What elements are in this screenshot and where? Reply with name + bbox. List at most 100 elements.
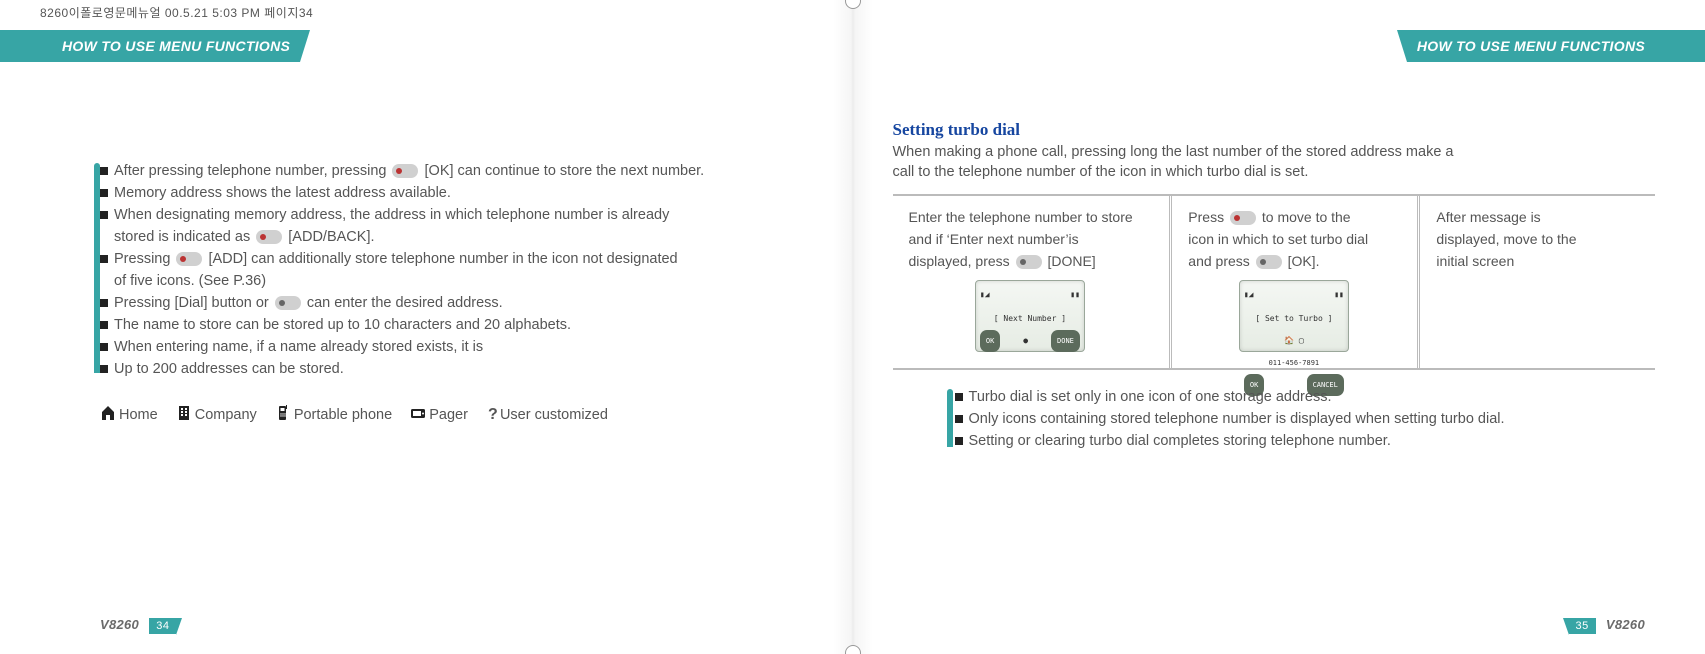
notes-list: Turbo dial is set only in one icon of on… [955, 386, 1656, 452]
home-icon [100, 405, 116, 421]
dial-key-icon [275, 296, 301, 310]
step-text: [OK]. [1288, 253, 1320, 269]
signal-icon: ▮◢ [980, 284, 990, 306]
crop-circle-icon [845, 645, 861, 654]
bullet-text: of five icons. (See P.36) [114, 270, 793, 292]
square-bullet-icon [100, 255, 108, 263]
legend-label: Company [195, 407, 257, 423]
legend-label: User customized [500, 407, 608, 423]
step-text: icon in which to set turbo dial [1188, 228, 1399, 250]
page-number: 34 [149, 618, 176, 634]
bullet-item: Pressing [Dial] button or can enter the … [100, 292, 793, 314]
bullet-item: When entering name, if a name already st… [100, 336, 793, 358]
softkey-icon [176, 252, 202, 266]
footer-right: 35 V8260 [1569, 617, 1645, 634]
note-item: Turbo dial is set only in one icon of on… [955, 386, 1656, 408]
teal-side-bar [94, 163, 100, 373]
model-number: V8260 [1606, 617, 1645, 632]
screen-title: [ Next Number ] [980, 308, 1080, 330]
intro-line: call to the telephone number of the icon… [893, 164, 1309, 180]
legend-label: Pager [429, 407, 468, 423]
page-35: HOW TO USE MENU FUNCTIONS Setting turbo … [853, 0, 1705, 654]
step-text: displayed, press [909, 253, 1014, 269]
square-bullet-icon [100, 365, 108, 373]
left-body: After pressing telephone number, pressin… [100, 160, 793, 426]
nav-dot-icon: ● [1023, 330, 1028, 352]
bullet-continuation: stored is indicated as [ADD/BACK]. [100, 226, 793, 248]
bullet-text: Pressing [Dial] button or [114, 295, 273, 311]
softkey-icon [1256, 255, 1282, 269]
signal-icon: ▮◢ [1244, 284, 1254, 306]
bullet-list: After pressing telephone number, pressin… [100, 160, 793, 380]
steps-row: Enter the telephone number to store and … [893, 194, 1656, 370]
square-bullet-icon [100, 321, 108, 329]
section-title: Setting turbo dial [893, 120, 1656, 140]
company-icon [176, 405, 192, 421]
bullet-text: When entering name, if a name already st… [114, 336, 793, 358]
square-bullet-icon [955, 437, 963, 445]
bullet-item: When designating memory address, the add… [100, 204, 793, 226]
mobile-phone-icon [275, 405, 291, 421]
square-bullet-icon [100, 167, 108, 175]
page-34: 8260이폴로영문메뉴얼 00.5.21 5:03 PM 페이지34 HOW T… [0, 0, 853, 654]
model-number: V8260 [100, 617, 139, 632]
softkey-left: OK [980, 330, 1000, 352]
teal-side-bar [947, 389, 953, 447]
square-bullet-icon [955, 415, 963, 423]
battery-icon: ▮▮ [1334, 284, 1344, 306]
bullet-text: Memory address shows the latest address … [114, 182, 793, 204]
legend-label: Portable phone [294, 407, 392, 423]
step-text: Press [1188, 209, 1228, 225]
bullet-item: Pressing [ADD] can additionally store te… [100, 248, 793, 270]
manual-spread: 8260이폴로영문메뉴얼 00.5.21 5:03 PM 페이지34 HOW T… [0, 0, 1705, 654]
page-number: 35 [1569, 618, 1596, 634]
step-column: After message is displayed, move to the … [1417, 196, 1655, 368]
bullet-text: Up to 200 addresses can be stored. [114, 358, 793, 380]
square-bullet-icon [955, 393, 963, 401]
screen-mid: 🏠 ▢ [1244, 330, 1344, 352]
step-text: Enter the telephone number to store [909, 206, 1152, 228]
square-bullet-icon [100, 299, 108, 307]
house-icon: 🏠 [1284, 330, 1294, 352]
note-item: Setting or clearing turbo dial completes… [955, 430, 1656, 452]
source-file-line: 8260이폴로영문메뉴얼 00.5.21 5:03 PM 페이지34 [40, 4, 313, 21]
step-text: [DONE] [1047, 253, 1095, 269]
step-text: After message is [1436, 206, 1637, 228]
square-bullet-icon [100, 211, 108, 219]
question-mark-icon: ? [486, 404, 500, 426]
note-text: Turbo dial is set only in one icon of on… [969, 386, 1332, 408]
square-bullet-icon [100, 343, 108, 351]
note-text: Only icons containing stored telephone n… [969, 408, 1505, 430]
bullet-text: [OK] can continue to store the next numb… [425, 163, 705, 179]
section-intro: When making a phone call, pressing long … [893, 142, 1656, 182]
note-item: Only icons containing stored telephone n… [955, 408, 1656, 430]
softkey-icon [256, 230, 282, 244]
bullet-text: can enter the desired address. [307, 295, 503, 311]
phone-screen: ▮◢▮▮ [ Set to Turbo ] 🏠 ▢ 011-456-7891 O… [1239, 280, 1349, 352]
bullet-item: The name to store can be stored up to 10… [100, 314, 793, 336]
section-tab-left: HOW TO USE MENU FUNCTIONS [0, 30, 300, 62]
bullet-text: When designating memory address, the add… [114, 204, 793, 226]
step-text: to move to the [1262, 209, 1351, 225]
bullet-text: The name to store can be stored up to 10… [114, 314, 793, 336]
bullet-item: After pressing telephone number, pressin… [100, 160, 793, 182]
softkey-right: DONE [1051, 330, 1080, 352]
square-bullet-icon [100, 189, 108, 197]
softkey-icon [1016, 255, 1042, 269]
pager-icon [410, 405, 426, 421]
step-text: initial screen [1436, 250, 1637, 272]
step-column: Enter the telephone number to store and … [893, 196, 1170, 368]
footer-left: V8260 34 [100, 617, 176, 634]
nav-key-icon [1230, 211, 1256, 225]
bullet-item: Up to 200 addresses can be stored. [100, 358, 793, 380]
bullet-text: After pressing telephone number, pressin… [114, 163, 390, 179]
bullet-text: [ADD/BACK]. [288, 229, 374, 245]
softkey-icon [392, 164, 418, 178]
step-text: and press [1188, 253, 1253, 269]
icon-legend: Home Company Portable phone Pager [100, 404, 793, 426]
note-text: Setting or clearing turbo dial completes… [969, 430, 1391, 452]
bullet-continuation: of five icons. (See P.36) [100, 270, 793, 292]
step-text: displayed, move to the [1436, 228, 1637, 250]
step-column: Press to move to the icon in which to se… [1169, 196, 1417, 368]
right-body: Setting turbo dial When making a phone c… [893, 120, 1656, 452]
